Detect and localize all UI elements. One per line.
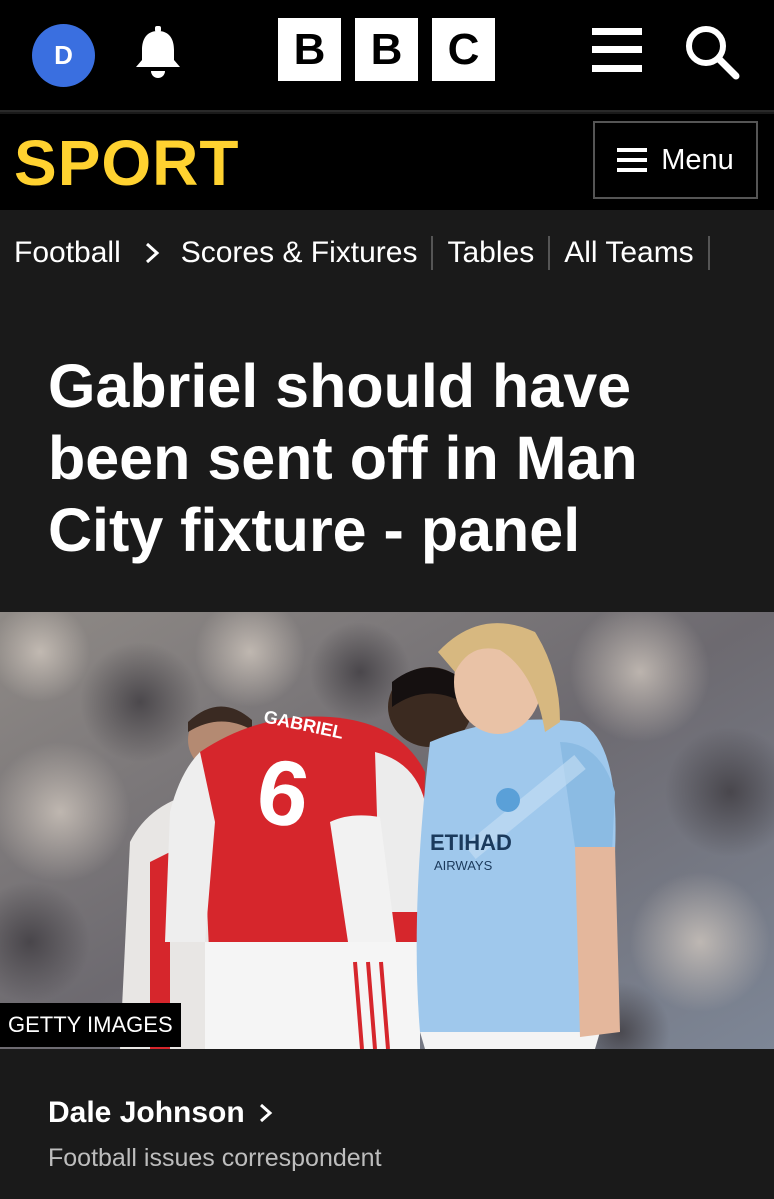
chevron-right-icon xyxy=(145,242,159,264)
article-headline: Gabriel should have been sent off in Man… xyxy=(48,352,638,564)
logo-letter: C xyxy=(432,18,495,81)
sport-bar: SPORT Menu xyxy=(0,114,774,210)
author-name: Dale Johnson xyxy=(48,1096,245,1129)
nav-all-teams[interactable]: All Teams xyxy=(564,236,694,270)
author-role: Football issues correspondent xyxy=(48,1144,382,1172)
hamburger-icon[interactable] xyxy=(592,28,642,72)
logo-letter: B xyxy=(278,18,341,81)
sponsor-text: ETIHAD xyxy=(430,830,512,855)
chevron-right-icon xyxy=(259,1103,272,1123)
menu-button[interactable]: Menu xyxy=(593,121,758,199)
logo-letter: B xyxy=(355,18,418,81)
nav-tables[interactable]: Tables xyxy=(447,236,534,270)
bell-icon[interactable] xyxy=(132,24,184,80)
menu-icon xyxy=(617,148,648,172)
nav-scores-fixtures[interactable]: Scores & Fixtures xyxy=(181,236,418,270)
divider xyxy=(431,236,434,270)
bbc-logo[interactable]: B B C xyxy=(278,18,495,81)
account-avatar[interactable]: D xyxy=(32,24,95,87)
section-title[interactable]: SPORT xyxy=(14,126,239,200)
article-image: GABRIEL 6 ETIHAD AIRWAYS xyxy=(0,612,774,1049)
breadcrumb: Football Scores & Fixtures Tables All Te… xyxy=(0,210,774,296)
sponsor-subtext: AIRWAYS xyxy=(434,858,493,873)
breadcrumb-football[interactable]: Football xyxy=(14,236,121,270)
divider xyxy=(707,236,710,270)
divider xyxy=(548,236,551,270)
search-icon[interactable] xyxy=(684,24,740,80)
top-bar: D B B C xyxy=(0,0,774,112)
menu-label: Menu xyxy=(661,143,734,176)
image-credit: GETTY IMAGES xyxy=(0,1003,181,1047)
author-link[interactable]: Dale Johnson xyxy=(48,1096,275,1130)
